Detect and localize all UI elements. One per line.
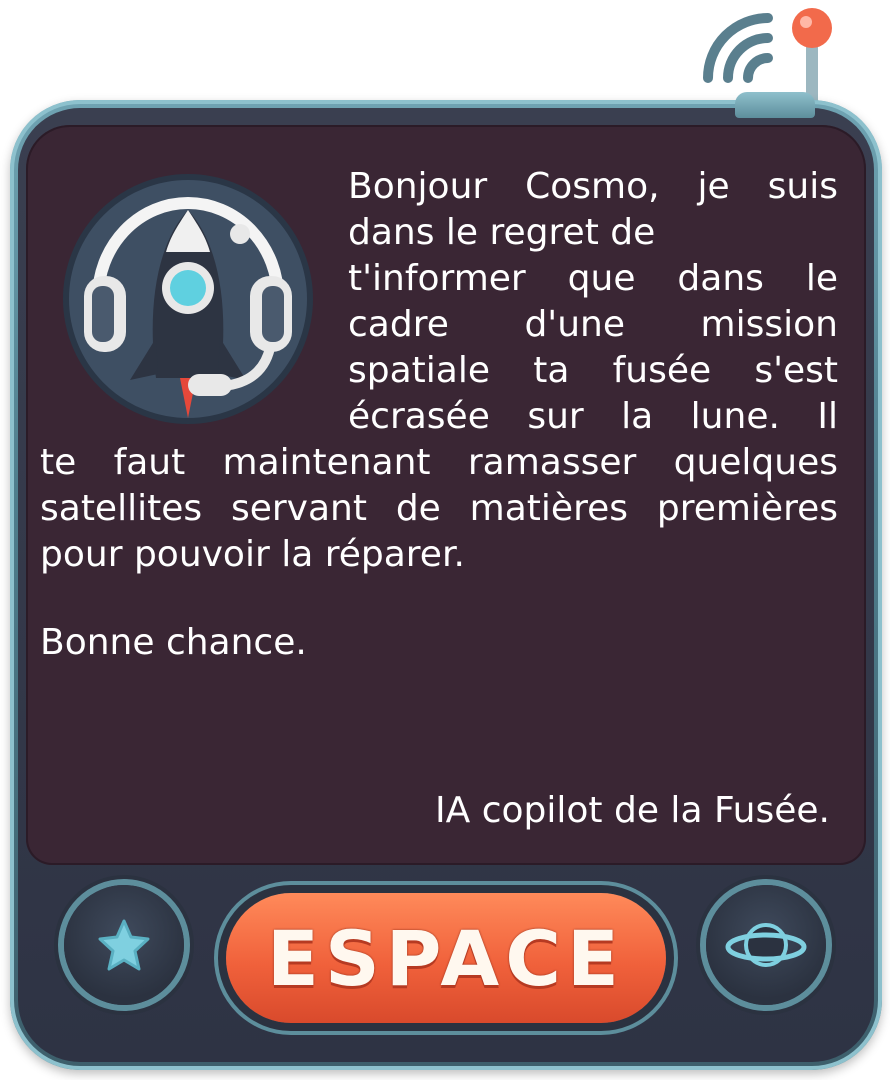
- message-line: Bonjour Cosmo, je suis: [348, 166, 838, 207]
- rocket-headset-avatar-icon: [63, 174, 313, 424]
- message-line: spatiale ta fusée s'est: [348, 350, 838, 391]
- planet-icon: [725, 923, 807, 967]
- message-line: t'informer que dans le: [348, 258, 838, 299]
- message-wish: Bonne chance.: [40, 622, 307, 663]
- planet-button[interactable]: [706, 885, 826, 1005]
- message-signature: IA copilot de la Fusée.: [435, 790, 830, 831]
- star-icon: [98, 919, 150, 971]
- message-line: satellites servant de matières premières: [40, 488, 838, 529]
- message-body: te faut maintenant ramasser quelques sat…: [40, 440, 838, 578]
- message-line: te faut maintenant ramasser quelques: [40, 442, 838, 483]
- message-intro: Bonjour Cosmo, je suis dans le regret de…: [348, 164, 838, 440]
- message-line: écrasée sur la lune. Il: [348, 396, 838, 437]
- message-line: dans le regret de: [348, 212, 656, 253]
- star-button[interactable]: [64, 885, 184, 1005]
- space-button-label: ESPACE: [267, 913, 625, 1003]
- message-line: cadre d'une mission: [348, 304, 838, 345]
- message-line: pour pouvoir la réparer.: [40, 534, 465, 575]
- device-top-nub: [735, 92, 815, 118]
- space-button[interactable]: ESPACE: [226, 893, 666, 1023]
